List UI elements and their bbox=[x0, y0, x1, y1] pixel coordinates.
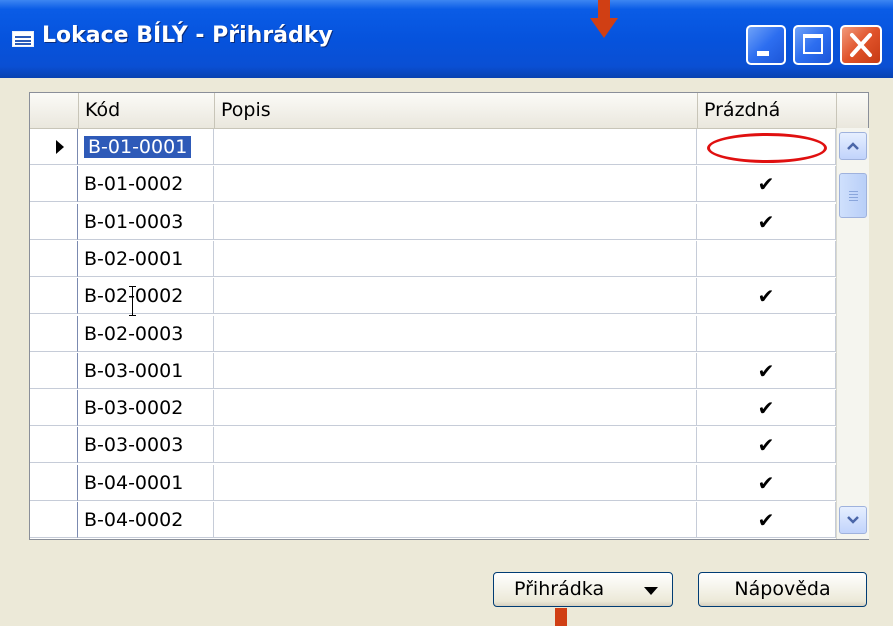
table-row[interactable]: B-03-0001 ✔ bbox=[30, 352, 836, 390]
cell-empty-checkmark[interactable]: ✔ bbox=[697, 502, 836, 538]
cell-empty-checkmark[interactable]: ✔ bbox=[697, 352, 836, 389]
minimize-icon bbox=[757, 51, 769, 56]
code-value: B-01-0003 bbox=[84, 210, 184, 233]
row-selector[interactable] bbox=[30, 352, 78, 389]
code-value: B-01-0001 bbox=[84, 136, 192, 158]
cell-code[interactable]: B-03-0001 bbox=[78, 352, 214, 389]
code-value: B-03-0002 bbox=[84, 397, 184, 420]
table-row[interactable]: B-01-0003 ✔ bbox=[30, 203, 836, 241]
cell-description[interactable] bbox=[214, 203, 697, 240]
code-value: B-01-0002 bbox=[84, 173, 184, 196]
cell-description[interactable] bbox=[214, 502, 697, 538]
table-header: Kód Popis Prázdná bbox=[30, 93, 868, 129]
bin-menu-button[interactable]: Přihrádka bbox=[493, 572, 673, 607]
cell-code[interactable]: B-01-0002 bbox=[78, 166, 214, 203]
cell-empty-checkmark[interactable]: ✔ bbox=[697, 166, 836, 203]
close-icon bbox=[850, 33, 872, 57]
highlight-annotation bbox=[707, 133, 827, 163]
row-selector[interactable] bbox=[30, 129, 78, 165]
cell-description[interactable] bbox=[214, 166, 697, 203]
minimize-button[interactable] bbox=[746, 25, 786, 65]
row-selector[interactable] bbox=[30, 502, 78, 538]
code-value: B-02-0001 bbox=[84, 247, 184, 270]
row-selector[interactable] bbox=[30, 390, 78, 427]
column-header-empty[interactable]: Prázdná bbox=[697, 93, 836, 128]
cell-description[interactable] bbox=[214, 427, 697, 464]
column-header-description[interactable]: Popis bbox=[214, 93, 697, 128]
row-selector[interactable] bbox=[30, 203, 78, 240]
table-row[interactable]: B-04-0001 ✔ bbox=[30, 464, 836, 502]
table-icon bbox=[12, 31, 34, 47]
help-button[interactable]: Nápověda bbox=[698, 572, 867, 607]
maximize-icon bbox=[803, 34, 823, 54]
scroll-up-button[interactable] bbox=[839, 132, 867, 160]
row-selector[interactable] bbox=[30, 315, 78, 352]
row-selector[interactable] bbox=[30, 240, 78, 277]
close-button[interactable] bbox=[840, 25, 882, 65]
row-selector[interactable] bbox=[30, 166, 78, 203]
cell-empty-checkmark[interactable]: ✔ bbox=[697, 278, 836, 315]
row-selector[interactable] bbox=[30, 278, 78, 315]
cell-description[interactable] bbox=[214, 464, 697, 501]
cell-code[interactable]: B-02-0003 bbox=[78, 315, 214, 352]
bin-list-window: Lokace BÍLÝ - Přihrádky Kód Popis Prázdn… bbox=[0, 0, 893, 626]
cell-empty-checkmark[interactable]: ✔ bbox=[697, 203, 836, 240]
annotation-arrow-bottom bbox=[555, 608, 567, 626]
cell-description[interactable] bbox=[214, 352, 697, 389]
table-row[interactable]: B-03-0002 ✔ bbox=[30, 390, 836, 427]
row-selector[interactable] bbox=[30, 427, 78, 464]
cell-code[interactable]: B-02-0001 bbox=[78, 240, 214, 277]
text-cursor-icon bbox=[129, 286, 136, 316]
maximize-button[interactable] bbox=[793, 25, 833, 65]
chevron-down-icon bbox=[847, 516, 859, 524]
code-value: B-02-0003 bbox=[84, 322, 184, 345]
cell-empty-checkmark[interactable]: ✔ bbox=[697, 427, 836, 464]
code-value: B-04-0002 bbox=[84, 509, 184, 531]
cell-code[interactable]: B-04-0002 bbox=[78, 502, 214, 538]
title-bar[interactable]: Lokace BÍLÝ - Přihrádky bbox=[0, 0, 893, 78]
cell-empty-checkmark[interactable] bbox=[697, 315, 836, 352]
scroll-thumb[interactable] bbox=[839, 173, 867, 218]
bin-menu-label: Přihrádka bbox=[514, 578, 605, 600]
column-header-filler bbox=[836, 93, 868, 128]
window-title: Lokace BÍLÝ - Přihrádky bbox=[42, 23, 333, 48]
vertical-scrollbar[interactable] bbox=[836, 128, 869, 539]
code-value: B-04-0001 bbox=[84, 471, 184, 494]
cell-empty-checkmark[interactable] bbox=[697, 240, 836, 277]
cell-code[interactable]: B-01-0003 bbox=[78, 203, 214, 240]
code-value: B-03-0003 bbox=[84, 434, 184, 457]
cell-description[interactable] bbox=[214, 240, 697, 277]
cell-code[interactable]: B-01-0001 bbox=[78, 129, 214, 165]
chevron-down-icon bbox=[644, 587, 658, 595]
column-header-code[interactable]: Kód bbox=[78, 93, 214, 128]
annotation-arrow-top bbox=[598, 0, 610, 20]
cell-description[interactable] bbox=[214, 278, 697, 315]
cell-description[interactable] bbox=[214, 315, 697, 352]
cell-code[interactable]: B-02-0002 bbox=[78, 278, 214, 315]
cell-empty-checkmark[interactable]: ✔ bbox=[697, 464, 836, 501]
triangle-right-icon bbox=[56, 140, 64, 154]
cell-code[interactable]: B-03-0003 bbox=[78, 427, 214, 464]
cell-code[interactable]: B-03-0002 bbox=[78, 390, 214, 427]
scroll-down-button[interactable] bbox=[839, 506, 867, 534]
row-selector[interactable] bbox=[30, 464, 78, 501]
cell-code[interactable]: B-04-0001 bbox=[78, 464, 214, 501]
table-row[interactable]: B-02-0002 ✔ bbox=[30, 278, 836, 315]
cell-description[interactable] bbox=[214, 129, 697, 165]
code-value: B-03-0001 bbox=[84, 359, 184, 382]
annotation-arrow-head bbox=[590, 18, 618, 38]
chevron-up-icon bbox=[847, 142, 859, 150]
table-row[interactable]: B-02-0003 bbox=[30, 315, 836, 353]
help-button-label: Nápověda bbox=[734, 578, 831, 600]
cell-empty-checkmark[interactable]: ✔ bbox=[697, 390, 836, 427]
table-row[interactable]: B-02-0001 bbox=[30, 240, 836, 278]
table-row[interactable]: B-03-0003 ✔ bbox=[30, 427, 836, 464]
table-row[interactable]: B-04-0002 ✔ bbox=[30, 502, 836, 539]
cell-description[interactable] bbox=[214, 390, 697, 427]
table-row[interactable]: B-01-0002 ✔ bbox=[30, 166, 836, 203]
